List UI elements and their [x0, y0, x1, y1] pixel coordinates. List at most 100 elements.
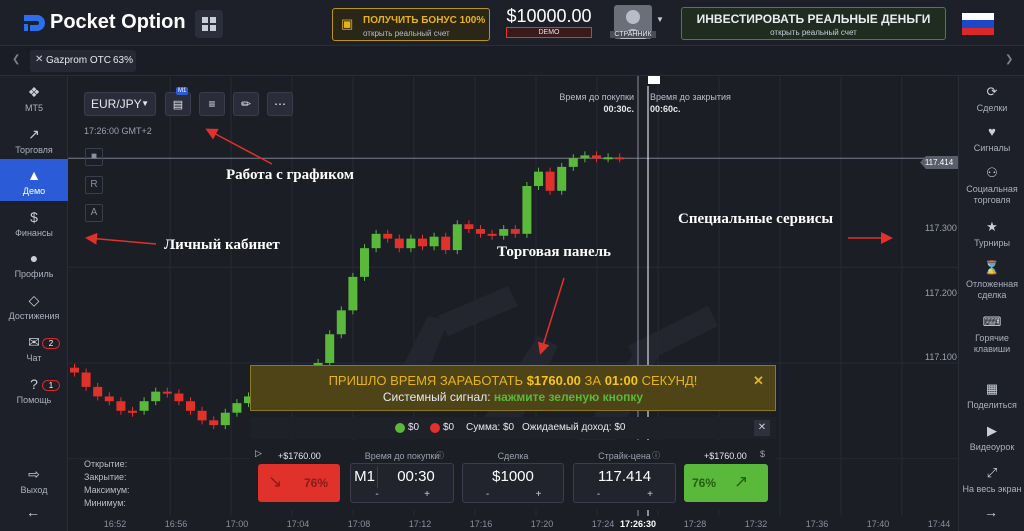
rnav-label: Сделки [976, 103, 1008, 113]
users-icon: ⚇ [986, 165, 998, 180]
nav-help[interactable]: ? Помощь 1 [0, 376, 68, 416]
dollar-icon: $ [30, 209, 38, 225]
arrow-to-panel [537, 277, 565, 355]
rnav-fullscreen[interactable]: ⤢ На весь экран [959, 465, 1024, 495]
apps-grid-button[interactable] [195, 10, 223, 38]
signal-amount: $1760.00 [526, 373, 581, 388]
time-mode-button[interactable]: M1 [352, 466, 378, 488]
collapse-right-icon[interactable]: → [984, 504, 998, 520]
sell-button[interactable]: ↘ 76% [258, 464, 340, 502]
amount-plus-button[interactable]: + [513, 488, 564, 502]
nav-label: MT5 [25, 103, 43, 113]
heartbeat-icon: ♥ [988, 124, 996, 139]
amount-minus-button[interactable]: - [462, 488, 513, 502]
graduation-cap-icon: ▲ [27, 167, 41, 183]
nav-demo[interactable]: ▲ Демо [0, 159, 68, 201]
invest-real-button[interactable]: ИНВЕСТИРОВАТЬ РЕАЛЬНЫЕ ДЕНЬГИ открыть ре… [681, 7, 946, 40]
invest-title: ИНВЕСТИРОВАТЬ РЕАЛЬНЫЕ ДЕНЬГИ [696, 12, 931, 26]
nav-logout[interactable]: ⇨ Выход [0, 466, 68, 506]
signal-text: ЗА [584, 373, 602, 388]
strike-minus-button[interactable]: - [573, 488, 624, 502]
bonus-subtitle: открыть реальный счет [363, 29, 450, 38]
nav-label: Выход [20, 485, 48, 495]
close-icon[interactable]: ✕ [754, 420, 770, 436]
rnav-label: Поделиться [967, 400, 1017, 410]
asset-tab[interactable]: ✕ Gazprom OTC 63% [30, 50, 136, 72]
xtick-label: 17:40 [866, 519, 890, 529]
user-icon: ● [29, 250, 39, 266]
sell-percent: 76% [304, 476, 329, 490]
panel-play-icon[interactable]: ▷ [255, 448, 262, 459]
arrow-to-left-nav [85, 232, 157, 245]
brand-name[interactable]: Pocket Option [50, 11, 186, 34]
arrow-down-right-icon: ↘ [268, 472, 283, 491]
help-badge: 1 [42, 380, 60, 391]
strike-value[interactable]: 117.414 [573, 466, 676, 488]
bonus-button[interactable]: ▣ ПОЛУЧИТЬ БОНУС 100% открыть реальный с… [332, 8, 490, 41]
help-icon: ⓘ [436, 451, 444, 460]
chevron-down-icon[interactable]: ▼ [656, 15, 664, 24]
time-plus-button[interactable]: + [402, 488, 452, 502]
close-icon[interactable]: ✕ [753, 373, 764, 389]
ohlc-close: Закрытие: [84, 472, 127, 482]
rnav-label: Отложенная сделка [965, 279, 1019, 300]
rnav-pending[interactable]: ⌛ Отложенная сделка [959, 260, 1024, 301]
asset-tab-percent: 63% [113, 55, 134, 66]
time-value[interactable]: 00:30 [380, 466, 452, 488]
xtick-label: 17:04 [286, 519, 310, 529]
xtick-label: 17:20 [530, 519, 554, 529]
rnav-hotkeys[interactable]: ⌨ Горячие клавиши [959, 314, 1024, 355]
nav-profile[interactable]: ● Профиль [0, 250, 68, 290]
nav-chat[interactable]: ✉ Чат 2 [0, 334, 68, 374]
summary-sum: Сумма: $0 [466, 422, 515, 433]
signal-line-1: ПРИШЛО ВРЕМЯ ЗАРАБОТАТЬ $1760.00 ЗА 01:0… [251, 373, 775, 388]
nav-finance[interactable]: $ Финансы [0, 209, 68, 249]
left-sidebar: ❖ MT5 ↗ Торговля ▲ Демо $ Финансы ● Профиль ◇… [0, 76, 68, 531]
tabs-right-arrow-icon[interactable]: ❯ [1005, 54, 1013, 65]
nav-achievements[interactable]: ◇ Достижения [0, 292, 68, 332]
rnav-video[interactable]: ▶ Видеоурок [959, 423, 1024, 453]
asset-tab-label: Gazprom OTC [46, 55, 112, 66]
bonus-title: ПОЛУЧИТЬ БОНУС 100% [363, 15, 486, 26]
rnav-label: Горячие клавиши [973, 333, 1011, 354]
collapse-left-icon[interactable]: ← [26, 504, 40, 520]
xtick-label: 17:28 [683, 519, 707, 529]
buy-button[interactable]: 76% ↗ [684, 464, 768, 502]
history-icon: ⟳ [986, 84, 998, 99]
currency-switch[interactable]: $ [760, 449, 765, 459]
ohlc-open: Открытие: [84, 459, 128, 469]
language-flag-icon[interactable] [962, 13, 994, 35]
tabs-left-arrow-icon[interactable]: ❮ [12, 54, 20, 65]
close-icon[interactable]: ✕ [35, 54, 43, 65]
logo-icon[interactable] [22, 13, 46, 33]
rnav-trades[interactable]: ⟳ Сделки [959, 84, 1024, 114]
rnav-signals[interactable]: ♥ Сигналы [959, 124, 1024, 154]
hourglass-icon: ⌛ [983, 260, 1001, 275]
time-minus-button[interactable]: - [352, 488, 402, 502]
rnav-label: Турниры [974, 238, 1010, 248]
rnav-label: На весь экран [962, 484, 1022, 494]
x-axis: 16:52 16:56 17:00 17:04 17:08 17:12 17:16 17:20… [68, 516, 958, 531]
xtick-label: 17:16 [469, 519, 493, 529]
nav-label: Достижения [8, 311, 60, 321]
ohlc-min: Минимум: [84, 498, 126, 508]
asset-tab-bar: ❮ ✕ Gazprom OTC 63% ❯ [0, 46, 1024, 76]
balance-value[interactable]: $10000.00 [506, 6, 592, 27]
trophy-icon: ★ [986, 219, 998, 234]
demo-badge[interactable]: DEMO [506, 27, 592, 38]
amount-value[interactable]: $1000 [462, 466, 564, 488]
image-icon: ▦ [985, 381, 999, 396]
logout-icon: ⇨ [28, 466, 40, 482]
nav-mt5[interactable]: ❖ MT5 [0, 84, 68, 124]
signal-action: нажмите зеленую кнопку [493, 390, 644, 404]
avatar-label: СТРАННИК [610, 31, 656, 38]
chat-badge: 2 [42, 338, 60, 349]
amount-label: Сделка [497, 451, 529, 461]
strike-plus-button[interactable]: + [624, 488, 676, 502]
sell-profit: +$1760.00 [278, 451, 321, 461]
rnav-tournaments[interactable]: ★ Турниры [959, 219, 1024, 249]
rnav-social[interactable]: ⚇ Социальная торговля [959, 165, 1024, 206]
rnav-share[interactable]: ▦ Поделиться [959, 381, 1024, 411]
summary-expected: Ожидаемый доход: $0 [522, 422, 626, 433]
summary-up: $0 [408, 422, 420, 433]
